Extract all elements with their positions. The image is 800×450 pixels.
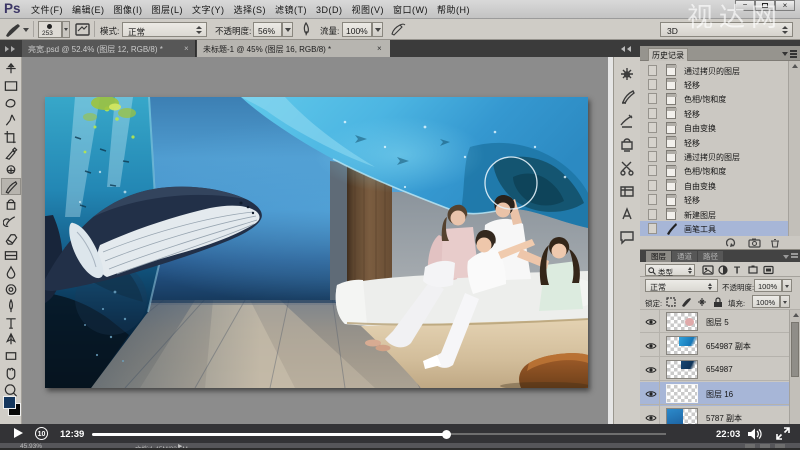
svg-text:T: T xyxy=(734,266,740,276)
